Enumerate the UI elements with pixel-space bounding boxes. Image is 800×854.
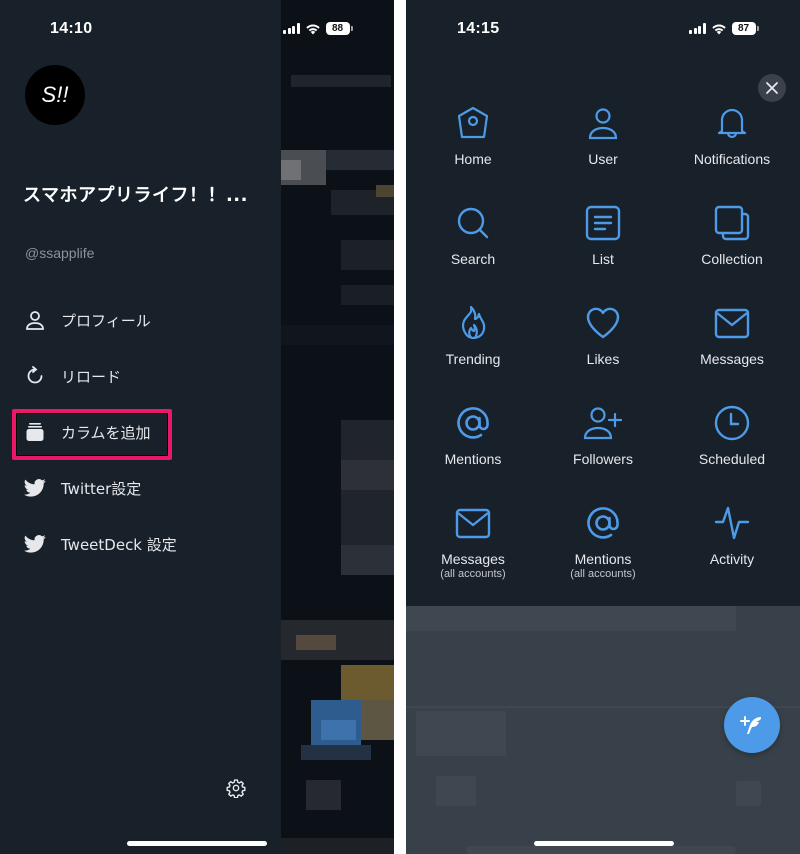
avatar-text: S!!	[41, 82, 69, 107]
column-option-label: Mentions	[444, 451, 502, 467]
column-option-label: User	[588, 151, 618, 167]
list-icon	[583, 203, 623, 243]
menu-item-label: プロフィール	[61, 311, 151, 330]
column-option-mentions-all-accounts[interactable]: Mentions (all accounts)	[538, 503, 668, 580]
heart-icon	[583, 303, 623, 343]
column-option-messages-all-accounts[interactable]: Messages (all accounts)	[408, 503, 538, 580]
column-option-sublabel: (all accounts)	[440, 568, 506, 580]
status-bar-icons: 88	[283, 22, 353, 35]
column-option-label: Search	[450, 251, 496, 267]
menu-item-label: リロード	[61, 367, 122, 386]
column-option-label: Likes	[586, 351, 620, 367]
column-option-scheduled[interactable]: Scheduled	[667, 403, 797, 467]
column-option-label: Messages	[441, 551, 505, 567]
highlight-annotation-box	[12, 409, 172, 460]
battery-indicator: 87	[731, 22, 759, 35]
display-name[interactable]: スマホアプリライフ！！...	[23, 181, 248, 207]
menu-item-tweetdeck-settings[interactable]: TweetDeck 設定	[22, 524, 177, 564]
gear-icon[interactable]	[226, 778, 246, 799]
column-option-activity[interactable]: Activity	[667, 503, 797, 567]
column-option-label: Mentions	[574, 551, 632, 567]
column-option-notifications[interactable]: Notifications	[667, 103, 797, 167]
column-option-search[interactable]: Search	[408, 203, 538, 267]
column-option-label: Trending	[445, 351, 501, 367]
avatar[interactable]: S!!	[25, 65, 85, 125]
collection-icon	[712, 203, 752, 243]
twitter-bird-icon	[22, 532, 48, 556]
menu-item-twitter-settings[interactable]: Twitter設定	[22, 468, 141, 508]
column-option-label: Home	[454, 151, 492, 167]
column-option-messages[interactable]: Messages	[667, 303, 797, 367]
follower-add-icon	[583, 403, 623, 443]
column-option-label: Notifications	[693, 151, 771, 167]
column-option-user[interactable]: User	[538, 103, 668, 167]
wifi-icon	[711, 24, 726, 34]
battery-indicator: 88	[325, 22, 353, 35]
column-option-sublabel: (all accounts)	[570, 568, 636, 580]
menu-item-label: TweetDeck 設定	[61, 535, 177, 554]
column-option-label: Followers	[573, 451, 633, 467]
status-time: 14:15	[457, 20, 500, 37]
column-option-label: Collection	[701, 251, 763, 267]
envelope-icon	[712, 303, 752, 343]
right-phone-screen: 14:15 87 Home User Notifications Search …	[406, 0, 800, 854]
home-indicator[interactable]	[534, 841, 674, 846]
at-icon	[583, 503, 623, 543]
reload-icon	[22, 364, 48, 388]
left-phone-screen: 14:10 S!! スマホアプリライフ！！... @ssapplife プロフィ…	[0, 0, 394, 854]
column-option-collection[interactable]: Collection	[667, 203, 797, 267]
wifi-icon	[305, 24, 320, 34]
activity-icon	[712, 503, 752, 543]
at-icon	[453, 403, 493, 443]
column-option-label: Scheduled	[698, 451, 766, 467]
column-option-home[interactable]: Home	[408, 103, 538, 167]
column-option-label: Activity	[709, 551, 755, 567]
compose-tweet-icon	[740, 716, 761, 734]
column-option-likes[interactable]: Likes	[538, 303, 668, 367]
column-option-followers[interactable]: Followers	[538, 403, 668, 467]
status-time: 14:10	[50, 20, 93, 37]
flame-icon	[453, 303, 493, 343]
account-handle: @ssapplife	[25, 245, 95, 261]
envelope-icon	[453, 503, 493, 543]
column-option-list[interactable]: List	[538, 203, 668, 267]
navigation-drawer: 14:10 S!! スマホアプリライフ！！... @ssapplife プロフィ…	[0, 0, 281, 854]
close-button[interactable]	[758, 74, 786, 102]
twitter-bird-icon	[22, 476, 48, 500]
column-option-label: Messages	[700, 351, 764, 367]
column-option-trending[interactable]: Trending	[408, 303, 538, 367]
user-icon	[22, 308, 48, 332]
cellular-signal-icon	[283, 23, 300, 34]
menu-item-reload[interactable]: リロード	[22, 356, 121, 396]
column-option-label: List	[592, 251, 614, 267]
close-icon	[766, 82, 778, 94]
home-indicator[interactable]	[127, 841, 267, 846]
column-option-mentions[interactable]: Mentions	[408, 403, 538, 467]
home-icon	[453, 103, 493, 143]
menu-item-profile[interactable]: プロフィール	[22, 300, 151, 340]
cellular-signal-icon	[689, 23, 706, 34]
compose-tweet-button[interactable]	[724, 697, 780, 753]
clock-icon	[712, 403, 752, 443]
menu-item-label: Twitter設定	[61, 479, 142, 498]
bell-icon	[712, 103, 752, 143]
status-bar-icons: 87	[689, 22, 759, 35]
blurred-timeline-background	[281, 0, 394, 854]
user-icon	[583, 103, 623, 143]
search-icon	[453, 203, 493, 243]
